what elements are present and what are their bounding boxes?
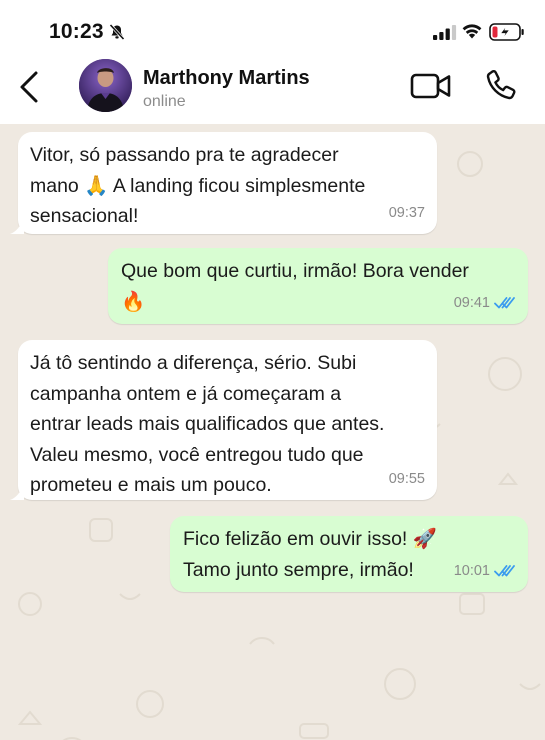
message-meta: 09:37 — [389, 198, 425, 229]
message-time: 09:55 — [388, 470, 425, 487]
message-time: 09:37 — [388, 204, 425, 221]
phone-call-icon[interactable] — [484, 68, 518, 102]
message-meta: 09:55 — [389, 464, 425, 495]
contact-name[interactable]: Marthony Martins — [143, 67, 310, 90]
back-chevron-icon[interactable] — [16, 70, 44, 104]
message-meta: 09:41 — [454, 288, 516, 319]
message-outgoing[interactable]: Fico felizão em ouvir isso! 🚀 Tamo junto… — [170, 516, 528, 592]
wifi-icon — [462, 24, 482, 39]
message-time: 10:01 — [453, 562, 490, 579]
message-text: Já tô sentindo a diferença, sério. Subi … — [30, 352, 385, 496]
status-time: 10:23 — [49, 20, 104, 43]
read-receipt-icon — [494, 564, 515, 577]
message-text: Vitor, só passando pra te agradecer mano… — [30, 144, 366, 227]
bubble-tail — [10, 484, 24, 500]
read-receipt-icon — [494, 296, 515, 309]
avatar-photo — [79, 59, 132, 112]
message-outgoing[interactable]: Que bom que curtiu, irmão! Bora vender 🔥… — [108, 248, 528, 324]
bell-muted-icon — [109, 23, 125, 41]
chat-header: Marthony Martins online — [0, 59, 545, 124]
message-time: 09:41 — [453, 294, 490, 311]
contact-status: online — [143, 93, 186, 110]
cellular-signal-icon — [433, 25, 457, 40]
message-meta: 10:01 — [454, 556, 516, 587]
video-call-icon[interactable] — [410, 71, 452, 101]
message-incoming[interactable]: Já tô sentindo a diferença, sério. Subi … — [10, 340, 437, 500]
contact-avatar[interactable] — [79, 59, 132, 112]
status-bar: 10:23 — [0, 0, 545, 62]
chat-area[interactable]: Vitor, só passando pra te agradecer mano… — [0, 124, 545, 740]
message-incoming[interactable]: Vitor, só passando pra te agradecer mano… — [10, 132, 437, 234]
bubble-tail — [10, 218, 24, 234]
battery-low-charging-icon — [489, 23, 524, 41]
